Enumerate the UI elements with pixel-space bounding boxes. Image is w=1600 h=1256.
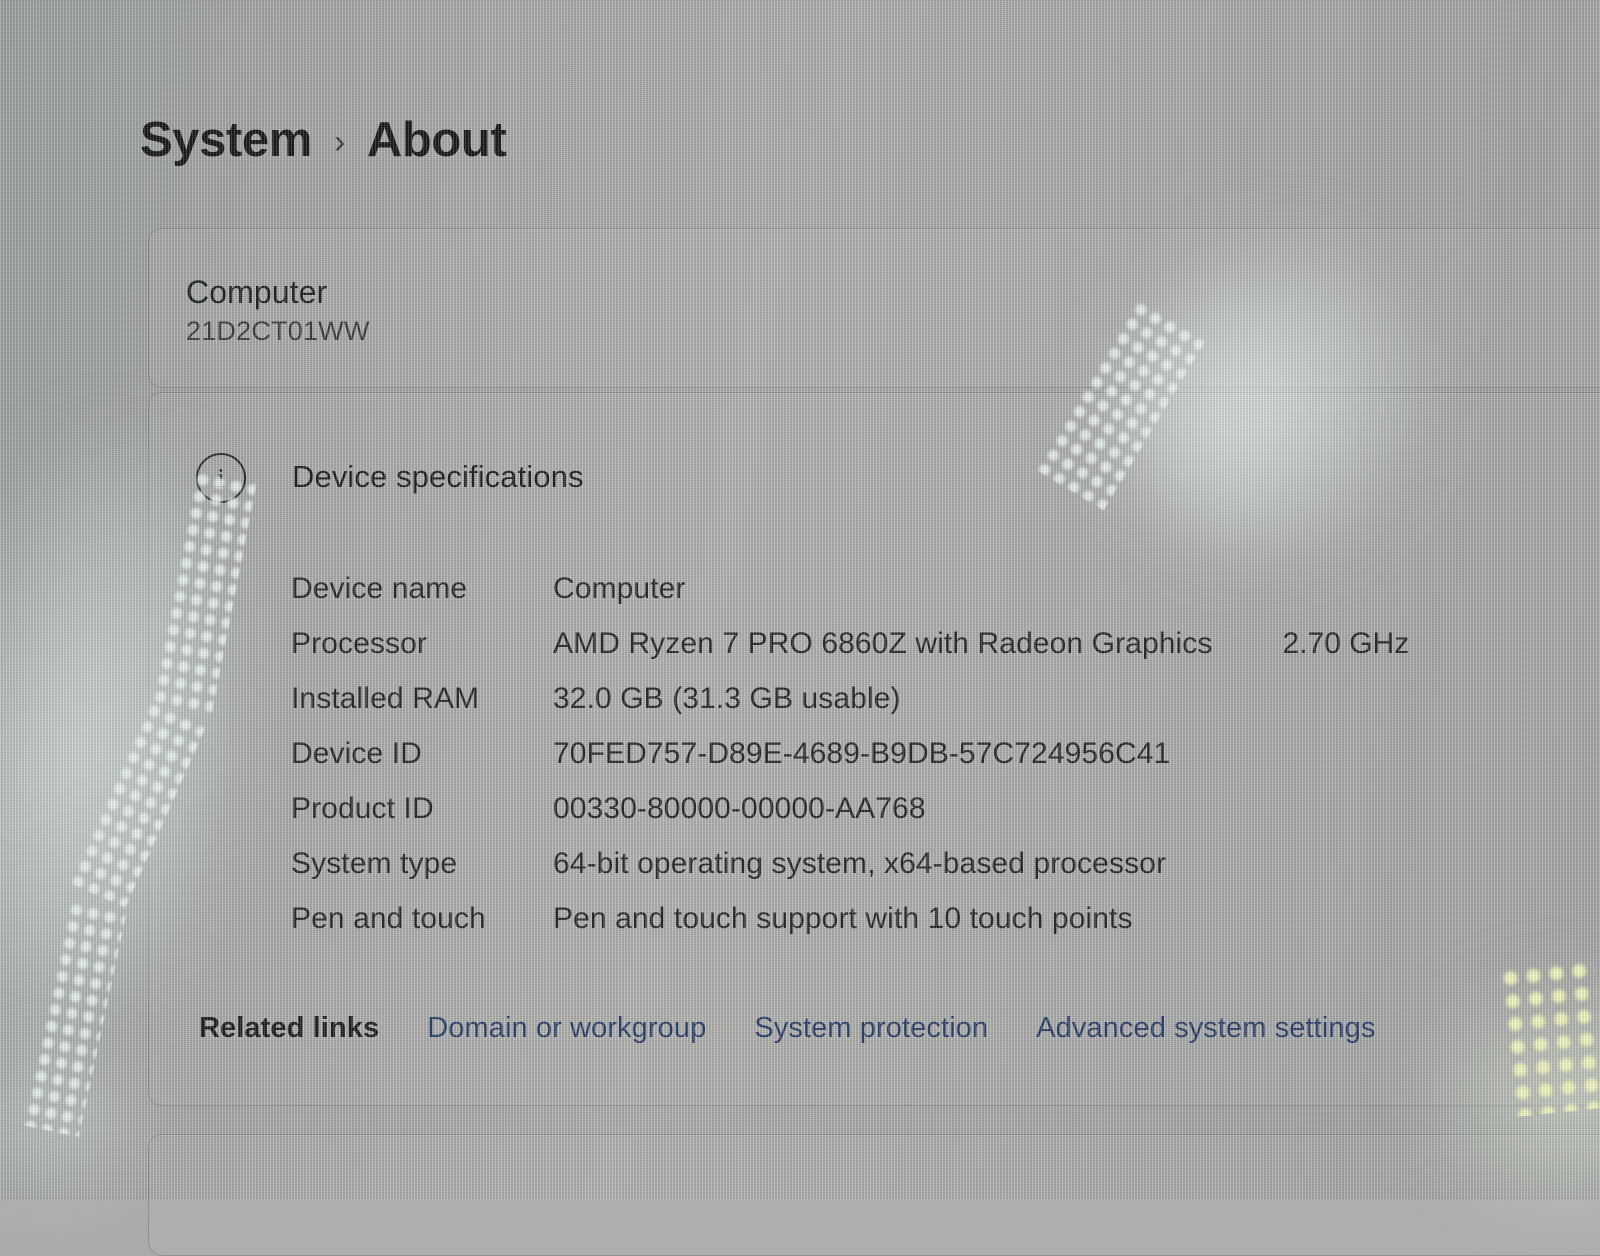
spec-value: 32.0 GB (31.3 GB usable) [553,682,901,715]
breadcrumb-root[interactable]: System [140,112,312,168]
device-specifications-header[interactable]: i Device specifications [196,452,584,503]
device-specifications-table: Device name Computer Processor AMD Ryzen… [291,572,1441,957]
computer-model: 21D2CT01WW [186,316,370,346]
link-advanced-system-settings[interactable]: Advanced system settings [1036,1012,1375,1045]
related-links: Related links Domain or workgroup System… [199,1012,1375,1045]
info-circle-icon: i [196,453,246,503]
breadcrumb: System › About [140,112,507,168]
settings-screen-photo: System › About Computer 21D2CT01WW i Dev… [0,0,1600,1256]
table-row: Device name Computer [291,572,1441,627]
spec-value: 00330-80000-00000-AA768 [553,792,926,825]
spec-label: Product ID [291,792,434,825]
spec-value: 64-bit operating system, x64-based proce… [553,847,1167,880]
link-system-protection[interactable]: System protection [754,1012,988,1045]
table-row: Installed RAM 32.0 GB (31.3 GB usable) [291,682,1441,737]
next-section-card[interactable] [148,1134,1600,1256]
breadcrumb-current: About [366,113,507,167]
spec-value-extra: 2.70 GHz [1282,627,1410,660]
table-row: Pen and touch Pen and touch support with… [291,902,1441,957]
computer-name: Computer [186,274,328,310]
table-row: Device ID 70FED757-D89E-4689-B9DB-57C724… [291,737,1441,792]
link-domain-or-workgroup[interactable]: Domain or workgroup [427,1012,706,1045]
chevron-right-icon: › [333,122,345,161]
table-row: System type 64-bit operating system, x64… [291,847,1441,902]
spec-label: Installed RAM [291,682,480,715]
spec-label: Device name [291,572,468,605]
spec-value: Computer [553,572,686,605]
related-links-title: Related links [199,1012,380,1044]
computer-card [148,228,1600,388]
spec-value: 70FED757-D89E-4689-B9DB-57C724956C41 [553,737,1171,770]
settings-content: System › About Computer 21D2CT01WW i Dev… [0,0,1600,1256]
device-specifications-title: Device specifications [292,459,584,494]
table-row: Product ID 00330-80000-00000-AA768 [291,792,1441,847]
spec-value: Pen and touch support with 10 touch poin… [553,902,1133,935]
spec-label: System type [291,847,458,880]
spec-label: Processor [291,627,427,660]
table-row: Processor AMD Ryzen 7 PRO 6860Z with Rad… [291,627,1441,682]
spec-label: Pen and touch [291,902,486,935]
spec-label: Device ID [291,737,422,770]
spec-value: AMD Ryzen 7 PRO 6860Z with Radeon Graphi… [553,627,1213,660]
